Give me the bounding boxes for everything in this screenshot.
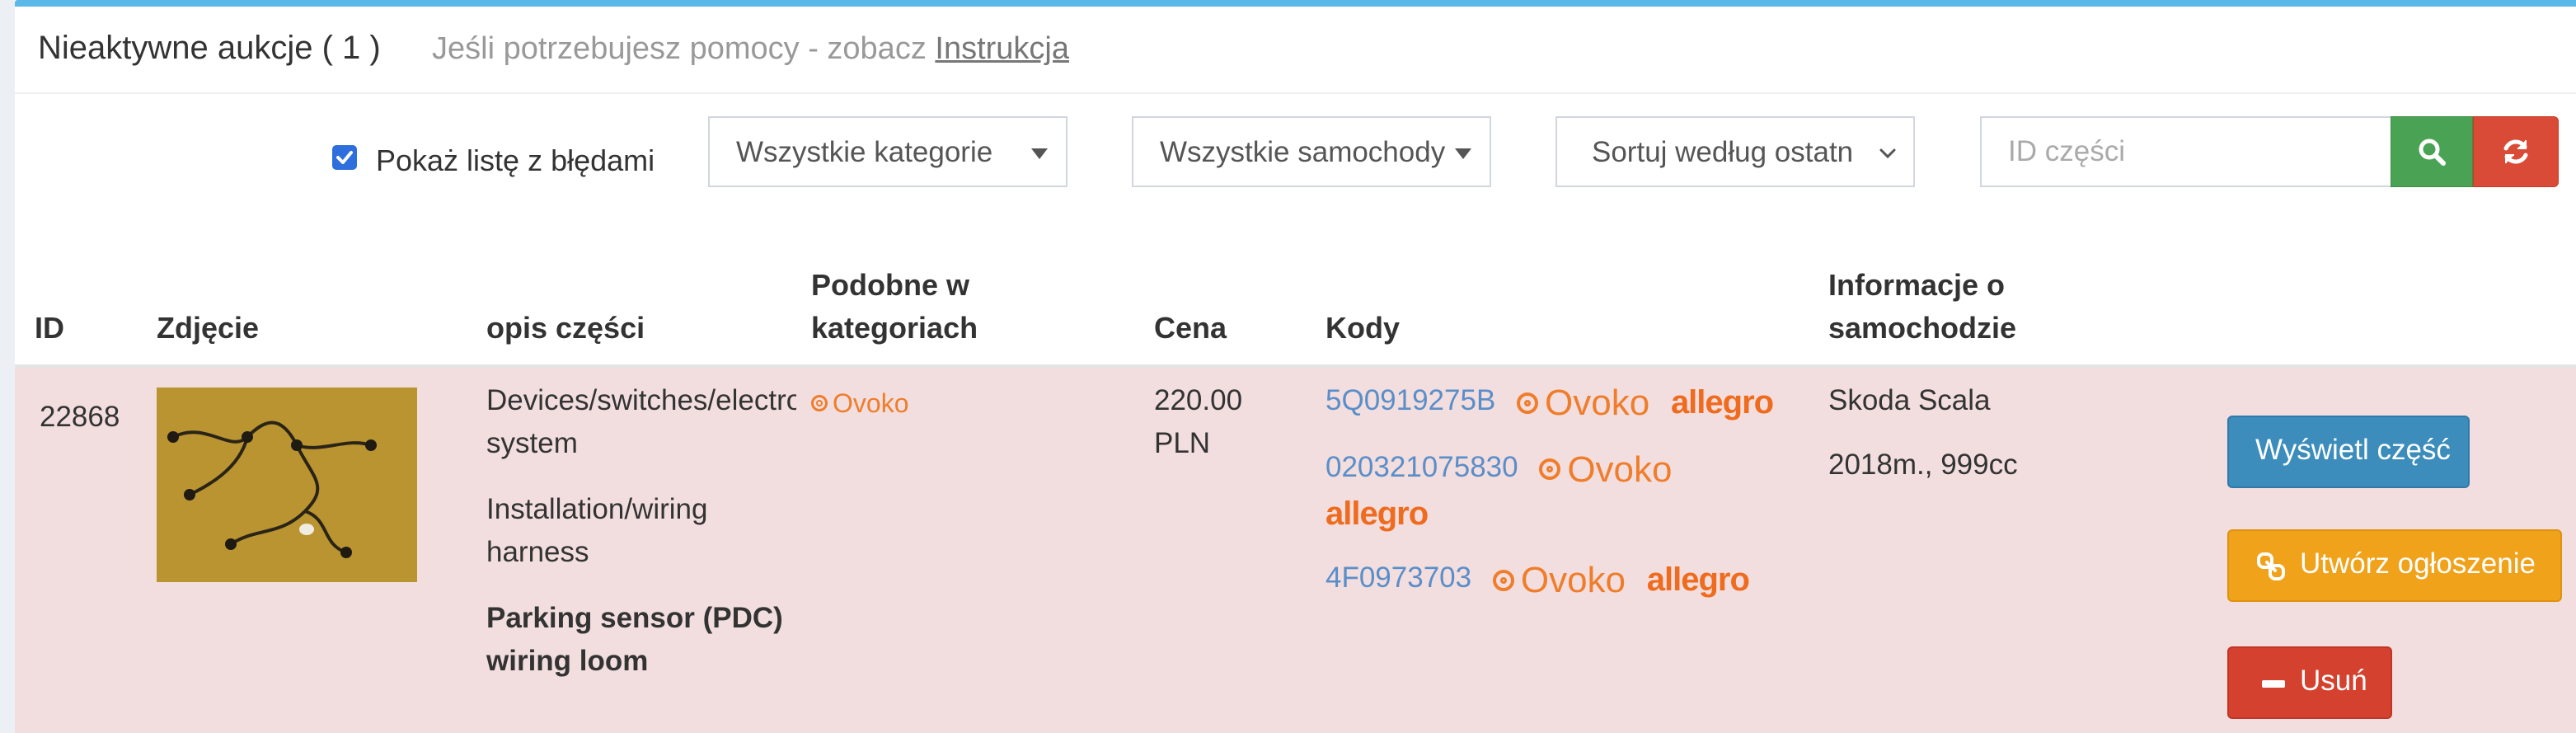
code-link[interactable]: 4F0973703 bbox=[1326, 561, 1471, 594]
ovoko-link[interactable]: Ovoko bbox=[1539, 447, 1673, 491]
col-id: ID bbox=[35, 311, 64, 345]
code-row-3: 4F0973703 Ovoko allegro bbox=[1326, 557, 1820, 602]
search-icon bbox=[2419, 139, 2446, 166]
col-similar-line1: Podobne w bbox=[811, 268, 969, 302]
create-listing-label: Utwórz ogłoszenie bbox=[2300, 547, 2536, 580]
caret-down-icon bbox=[1455, 148, 1471, 159]
ovoko-logo-icon bbox=[1492, 569, 1514, 591]
col-codes: Kody bbox=[1326, 311, 1400, 345]
col-photo: Zdjęcie bbox=[157, 311, 260, 345]
col-car-info-line2: samochodzie bbox=[1828, 311, 2017, 345]
panel-top-border bbox=[15, 0, 2576, 7]
ovoko-link[interactable]: Ovoko bbox=[1517, 380, 1649, 425]
desc-line2: system bbox=[486, 427, 578, 459]
allegro-link[interactable]: allegro bbox=[1326, 492, 1429, 535]
refresh-button[interactable] bbox=[2473, 116, 2559, 187]
part-id-field[interactable] bbox=[1980, 116, 2392, 187]
ovoko-link[interactable]: Ovoko bbox=[1492, 557, 1626, 602]
panel-header: Nieaktywne aukcje ( 1 ) Jeśli potrzebuje… bbox=[15, 7, 2576, 94]
refresh-icon bbox=[2503, 139, 2528, 164]
ovoko-similar-link[interactable]: Ovoko bbox=[811, 380, 908, 425]
part-description: Devices/switches/electro system Installa… bbox=[486, 379, 796, 683]
checkmark-icon bbox=[336, 151, 353, 164]
price-cell: 220.00 PLN bbox=[1154, 379, 1242, 465]
code-link[interactable]: 5Q0919275B bbox=[1326, 384, 1495, 416]
search-button[interactable] bbox=[2391, 116, 2473, 187]
ovoko-logo-icon bbox=[811, 394, 828, 411]
page-title: Nieaktywne aukcje ( 1 ) bbox=[38, 30, 381, 66]
desc-line4: harness bbox=[486, 536, 589, 568]
codes-cell: 5Q0919275B Ovoko allegro 020321075830 Ov… bbox=[1326, 379, 1820, 602]
inactive-auctions-panel: Nieaktywne aukcje ( 1 ) Jeśli potrzebuje… bbox=[15, 7, 2576, 733]
cars-select-value: Wszystkie samochody bbox=[1160, 136, 1446, 168]
car-info-cell: Skoda Scala 2018m., 999cc bbox=[1828, 379, 2018, 486]
code-link[interactable]: 020321075830 bbox=[1326, 451, 1518, 483]
col-price: Cena bbox=[1154, 311, 1227, 345]
help-text: Jeśli potrzebujesz pomocy - zobacz Instr… bbox=[432, 31, 1069, 67]
instructions-link[interactable]: Instrukcja bbox=[935, 31, 1069, 66]
show-errors-checkbox[interactable] bbox=[332, 145, 357, 170]
code-row-1: 5Q0919275B Ovoko allegro bbox=[1326, 379, 1820, 425]
row-id: 22868 bbox=[40, 401, 120, 433]
category-select[interactable]: Wszystkie kategorie bbox=[708, 116, 1067, 187]
create-listing-button[interactable]: Utwórz ogłoszenie bbox=[2227, 529, 2562, 602]
table-row: 22868 Devices/switches/electro system In… bbox=[15, 368, 2576, 733]
minus-icon bbox=[2262, 680, 2285, 688]
price-value: 220.00 bbox=[1154, 384, 1243, 416]
show-errors-label[interactable]: Pokaż listę z błędami bbox=[376, 143, 655, 178]
sort-select[interactable]: Sortuj według ostatn bbox=[1555, 116, 1915, 187]
view-part-label: Wyświetl część bbox=[2255, 434, 2451, 466]
allegro-link[interactable]: allegro bbox=[1647, 558, 1750, 601]
code-row-2: 020321075830 Ovoko allegro bbox=[1326, 446, 1721, 535]
chevron-down-icon bbox=[1879, 148, 1896, 159]
ovoko-logo-icon bbox=[1539, 458, 1561, 481]
col-description: opis części bbox=[486, 311, 645, 345]
caret-down-icon bbox=[1031, 148, 1048, 159]
desc-line1: Devices/switches/electro bbox=[486, 384, 796, 416]
col-similar: Podobne w kategoriach bbox=[811, 264, 978, 350]
cars-select[interactable]: Wszystkie samochody bbox=[1132, 116, 1491, 187]
allegro-link[interactable]: allegro bbox=[1671, 381, 1774, 424]
car-details: 2018m., 999cc bbox=[1828, 449, 2018, 481]
ovoko-logo-icon bbox=[1517, 392, 1539, 414]
category-select-value: Wszystkie kategorie bbox=[736, 136, 993, 168]
col-car-info-line1: Informacje o bbox=[1828, 268, 2006, 302]
desc-line3: Installation/wiring bbox=[486, 493, 708, 525]
view-part-button[interactable]: Wyświetl część bbox=[2227, 416, 2470, 488]
price-currency: PLN bbox=[1154, 427, 1211, 459]
wiring-harness-image bbox=[157, 388, 417, 582]
part-photo[interactable] bbox=[157, 388, 417, 582]
link-icon bbox=[2257, 552, 2285, 580]
col-similar-line2: kategoriach bbox=[811, 311, 978, 345]
desc-bold2: wiring loom bbox=[486, 645, 649, 677]
col-car-info: Informacje o samochodzie bbox=[1828, 264, 2016, 350]
car-model: Skoda Scala bbox=[1828, 384, 1991, 416]
help-prefix: Jeśli potrzebujesz pomocy - zobacz bbox=[432, 31, 927, 66]
desc-bold1: Parking sensor (PDC) bbox=[486, 602, 783, 634]
delete-button[interactable]: Usuń bbox=[2227, 646, 2392, 719]
part-id-input[interactable] bbox=[2006, 134, 2372, 169]
left-gutter bbox=[0, 0, 15, 733]
similar-cell: Ovoko bbox=[811, 379, 908, 425]
sort-select-value: Sortuj według ostatn bbox=[1592, 136, 1854, 168]
delete-label: Usuń bbox=[2300, 665, 2367, 697]
